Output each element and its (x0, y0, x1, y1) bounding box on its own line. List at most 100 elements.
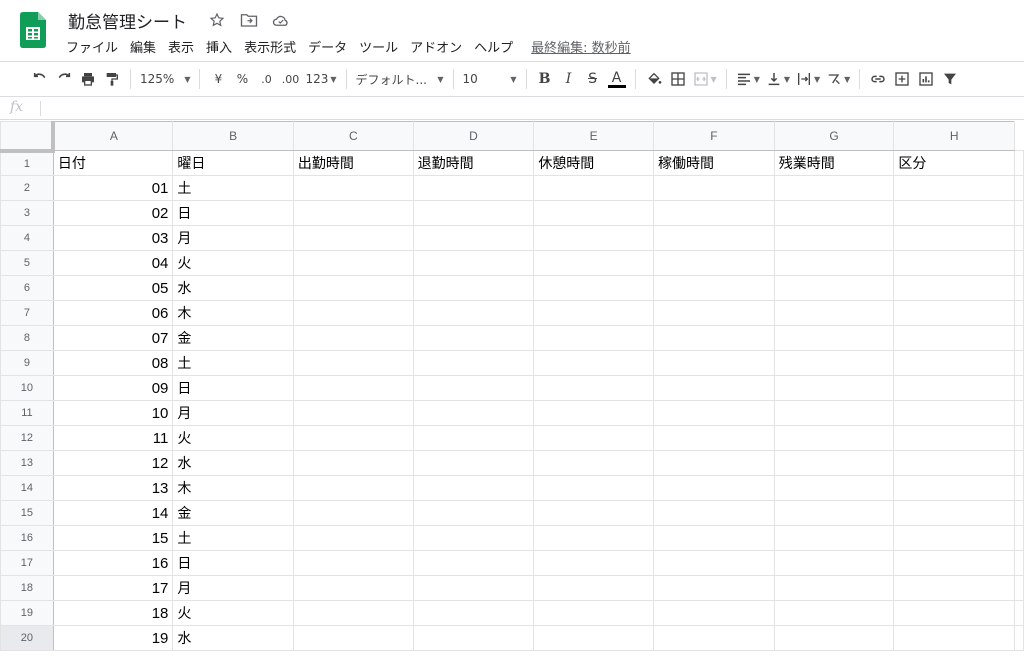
cell-weekday[interactable]: 日 (172, 550, 294, 576)
cell[interactable] (292, 450, 414, 476)
cell[interactable] (412, 500, 535, 526)
cell[interactable] (653, 475, 775, 501)
cell[interactable]: 区分 (893, 150, 1015, 176)
cell[interactable] (533, 425, 655, 451)
cell[interactable] (1014, 225, 1024, 251)
filter-button[interactable] (938, 66, 962, 92)
cell[interactable] (653, 450, 775, 476)
move-to-folder-icon[interactable] (238, 10, 260, 30)
row-header[interactable]: 14 (0, 475, 54, 501)
cell-weekday[interactable]: 金 (172, 500, 294, 526)
cell-date[interactable]: 18 (52, 600, 174, 626)
cell[interactable] (653, 550, 775, 576)
row-header[interactable]: 5 (0, 250, 54, 276)
cell[interactable] (292, 400, 414, 426)
cell-weekday[interactable]: 火 (172, 250, 294, 276)
row-header[interactable]: 15 (0, 500, 54, 526)
menu-file[interactable]: ファイル (60, 37, 124, 56)
cell[interactable] (412, 625, 535, 651)
cell[interactable] (533, 600, 655, 626)
cell[interactable] (533, 200, 655, 226)
row-header[interactable]: 11 (0, 400, 54, 426)
cell[interactable] (773, 275, 895, 301)
cell[interactable] (412, 325, 535, 351)
cell[interactable] (773, 575, 895, 601)
cell[interactable] (533, 350, 655, 376)
row-header[interactable]: 13 (0, 450, 54, 476)
decrease-decimal-button[interactable]: .0 (254, 66, 278, 92)
redo-button[interactable] (52, 66, 76, 92)
menu-data[interactable]: データ (302, 37, 353, 56)
cell-weekday[interactable]: 木 (172, 475, 294, 501)
row-header[interactable]: 1 (0, 150, 54, 176)
cell[interactable] (412, 525, 535, 551)
row-header[interactable]: 9 (0, 350, 54, 376)
cell[interactable] (653, 575, 775, 601)
cell[interactable]: 休憩時間 (533, 150, 655, 176)
cell-weekday[interactable]: 月 (172, 575, 294, 601)
cell[interactable] (773, 525, 895, 551)
cell[interactable] (533, 575, 655, 601)
row-header[interactable]: 20 (0, 625, 54, 651)
menu-view[interactable]: 表示 (162, 37, 200, 56)
cell[interactable] (1014, 350, 1024, 376)
cell-weekday[interactable]: 土 (172, 525, 294, 551)
cell[interactable] (533, 275, 655, 301)
cell-weekday[interactable]: 火 (172, 425, 294, 451)
column-header-a[interactable]: A (52, 121, 174, 151)
cell[interactable] (412, 425, 535, 451)
cell[interactable] (893, 500, 1015, 526)
cell[interactable] (533, 225, 655, 251)
cell[interactable] (653, 175, 775, 201)
column-header-d[interactable]: D (412, 121, 535, 151)
column-header-b[interactable]: B (172, 121, 294, 151)
cell[interactable]: 残業時間 (773, 150, 895, 176)
cell[interactable] (1014, 150, 1024, 176)
cell[interactable] (412, 250, 535, 276)
increase-decimal-button[interactable]: .00 (278, 66, 302, 92)
cell[interactable] (1014, 275, 1024, 301)
cell[interactable] (653, 225, 775, 251)
cell[interactable] (893, 575, 1015, 601)
cell[interactable] (893, 275, 1015, 301)
row-header[interactable]: 4 (0, 225, 54, 251)
cell-weekday[interactable]: 土 (172, 350, 294, 376)
cell[interactable] (773, 425, 895, 451)
cell[interactable] (653, 400, 775, 426)
row-header[interactable]: 8 (0, 325, 54, 351)
insert-comment-button[interactable] (890, 66, 914, 92)
menu-help[interactable]: ヘルプ (468, 37, 519, 56)
text-wrapping-button[interactable]: ▼ (793, 66, 823, 92)
cell[interactable]: 出勤時間 (292, 150, 414, 176)
cell[interactable] (292, 525, 414, 551)
menu-edit[interactable]: 編集 (124, 37, 162, 56)
zoom-select[interactable]: 125% ▼ (137, 66, 193, 92)
cell[interactable] (533, 525, 655, 551)
last-edit-link[interactable]: 最終編集: 数秒前 (531, 37, 631, 56)
cell[interactable] (412, 375, 535, 401)
cell[interactable] (773, 600, 895, 626)
print-button[interactable] (76, 66, 100, 92)
cell[interactable] (773, 225, 895, 251)
insert-chart-button[interactable] (914, 66, 938, 92)
cell[interactable] (893, 475, 1015, 501)
cell[interactable] (533, 500, 655, 526)
row-header[interactable]: 12 (0, 425, 54, 451)
menu-insert[interactable]: 挿入 (200, 37, 238, 56)
cell[interactable] (292, 550, 414, 576)
row-header[interactable]: 7 (0, 300, 54, 326)
cell[interactable]: 退勤時間 (412, 150, 535, 176)
cell[interactable] (412, 575, 535, 601)
cell[interactable] (653, 350, 775, 376)
cell[interactable] (412, 600, 535, 626)
cell[interactable] (893, 550, 1015, 576)
paint-format-button[interactable] (100, 66, 124, 92)
document-title[interactable]: 勤怠管理シート (68, 8, 187, 33)
cell[interactable] (653, 325, 775, 351)
cell-date[interactable]: 10 (52, 400, 174, 426)
cell[interactable] (533, 625, 655, 651)
cell-date[interactable]: 02 (52, 200, 174, 226)
column-header-c[interactable]: C (292, 121, 414, 151)
row-header[interactable]: 6 (0, 275, 54, 301)
cell[interactable] (773, 475, 895, 501)
